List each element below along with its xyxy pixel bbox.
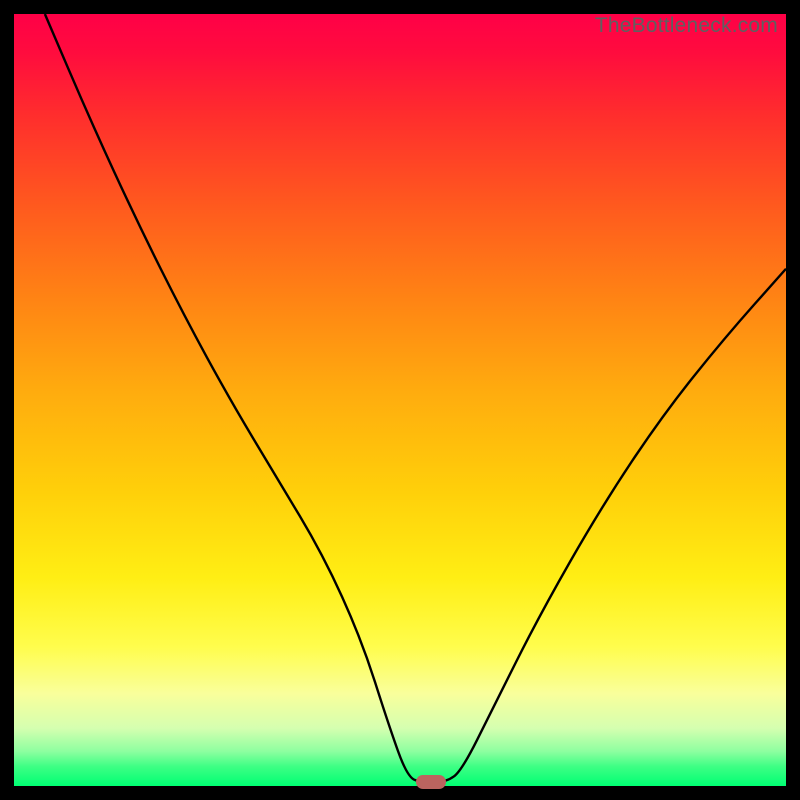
minimum-marker [416, 775, 445, 789]
curve-svg [14, 14, 786, 786]
bottleneck-curve-path [45, 14, 786, 782]
chart-frame: TheBottleneck.com [0, 0, 800, 800]
plot-area: TheBottleneck.com [14, 14, 786, 786]
